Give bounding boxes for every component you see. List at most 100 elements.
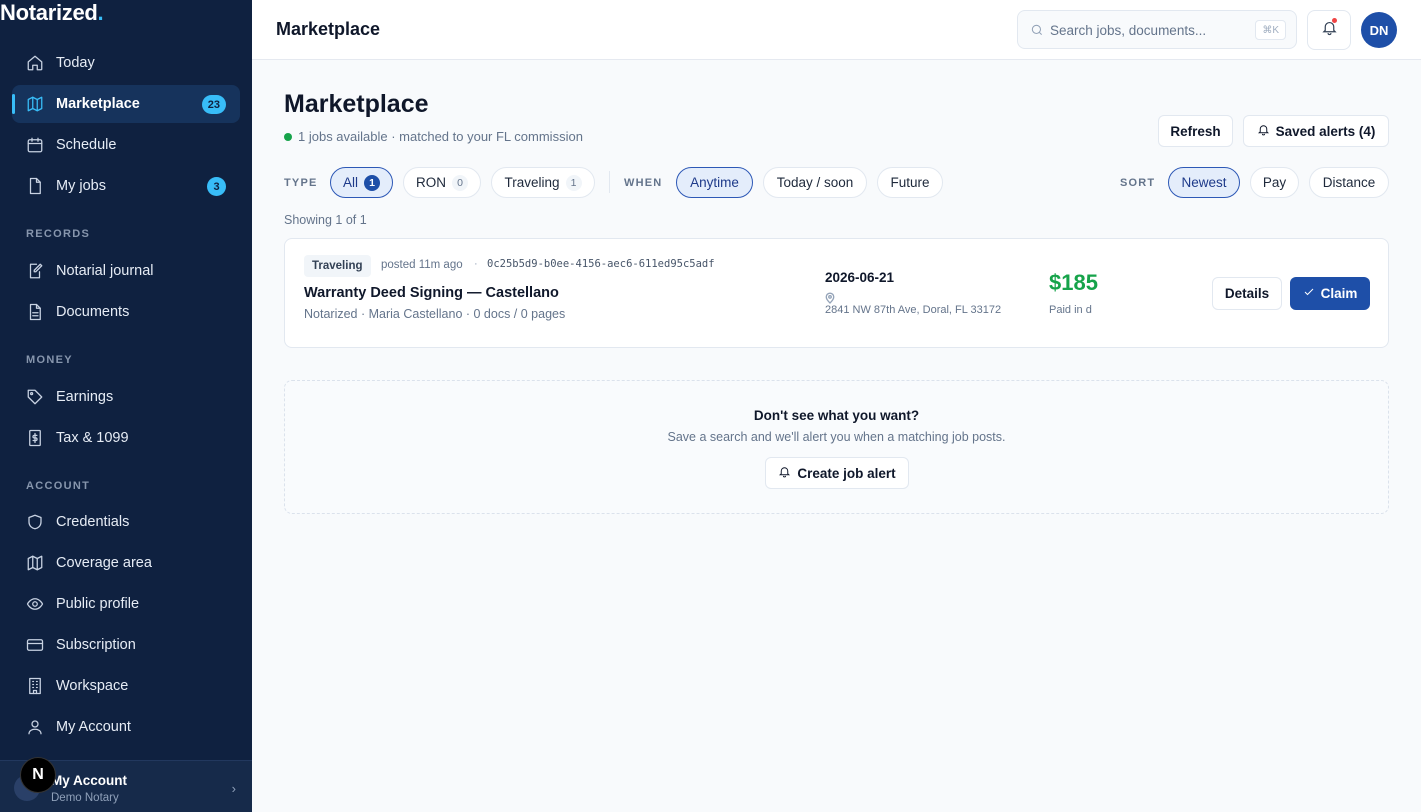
sidebar-item-label: Schedule	[56, 137, 117, 153]
sidebar-item-tax-1099[interactable]: Tax & 1099	[12, 419, 240, 457]
filter-type-all[interactable]: All 1	[330, 167, 393, 198]
sidebar-item-subscription[interactable]: Subscription	[12, 626, 240, 664]
jobs-status: 1 jobs available · matched to your FL co…	[284, 129, 583, 144]
credit-card-icon	[26, 636, 44, 654]
create-job-alert-label: Create job alert	[797, 465, 896, 481]
notifications-button[interactable]	[1307, 10, 1351, 50]
search-input[interactable]	[1050, 20, 1250, 40]
details-button[interactable]: Details	[1212, 277, 1282, 310]
sidebar-item-public-profile[interactable]: Public profile	[12, 585, 240, 623]
bell-icon	[1257, 123, 1276, 139]
document-icon	[26, 303, 44, 321]
filter-type-ron[interactable]: RON 0	[403, 167, 481, 198]
sidebar-item-my-account[interactable]: My Account	[12, 708, 240, 746]
map-icon	[26, 554, 44, 572]
sidebar-item-label: Workspace	[56, 678, 129, 694]
jobs-status-text: 1 jobs available · matched to your FL co…	[298, 129, 583, 144]
shield-icon	[26, 513, 44, 531]
job-id: 0c25b5d9-b0ee-4156-aec6-611ed95c5adf	[487, 258, 715, 270]
chip-count: 1	[364, 174, 381, 191]
sidebar-item-label: Subscription	[56, 637, 136, 653]
search-icon	[1030, 23, 1044, 37]
account-name: My Account	[51, 773, 128, 788]
search-box[interactable]: ⌘K	[1017, 10, 1297, 49]
eye-icon	[26, 595, 44, 613]
sort-newest[interactable]: Newest	[1168, 167, 1240, 198]
brand-logo[interactable]: Notarized.	[0, 0, 104, 26]
job-address: 2841 NW 87th Ave, Doral, FL 33172	[825, 304, 1002, 316]
check-icon	[1303, 286, 1321, 301]
create-job-alert-button[interactable]: Create job alert	[765, 457, 909, 489]
job-title[interactable]: Warranty Deed Signing — Castellano	[304, 285, 559, 301]
map-icon	[26, 95, 44, 113]
job-date: 2026-06-21	[825, 270, 895, 285]
sidebar-item-label: Tax & 1099	[56, 430, 129, 446]
journal-edit-icon	[26, 262, 44, 280]
user-avatar[interactable]: DN	[1361, 12, 1397, 48]
sidebar-item-label: Today	[56, 55, 95, 71]
sidebar-item-documents[interactable]: Documents	[12, 293, 240, 331]
sidebar-item-label: Coverage area	[56, 555, 152, 571]
my-jobs-count-badge: 3	[207, 177, 226, 196]
sidebar-item-label: My jobs	[56, 178, 106, 194]
sidebar-item-label: Credentials	[56, 514, 130, 530]
chip-count: 0	[452, 174, 468, 191]
filter-when-future[interactable]: Future	[877, 167, 943, 198]
job-card[interactable]: Traveling posted 11m ago · 0c25b5d9-b0ee…	[284, 238, 1389, 348]
job-posted-time: posted 11m ago	[381, 259, 463, 271]
notification-dot	[1332, 18, 1337, 23]
sidebar: Notarized. Today Marketplace 23 Schedule…	[0, 0, 252, 812]
alert-description: Save a search and we'll alert you when a…	[667, 430, 1006, 444]
location-pin-icon	[825, 291, 835, 304]
sidebar-item-label: Marketplace	[56, 96, 140, 112]
sort-distance[interactable]: Distance	[1309, 167, 1389, 198]
refresh-button[interactable]: Refresh	[1158, 115, 1233, 147]
type-filter-label: TYPE	[284, 177, 318, 189]
alert-title: Don't see what you want?	[753, 408, 920, 423]
pay-timing: Paid in d	[1049, 304, 1092, 316]
account-role: Demo Notary	[51, 792, 119, 804]
sidebar-item-marketplace[interactable]: Marketplace 23	[12, 85, 240, 123]
sidebar-item-label: Public profile	[56, 596, 140, 612]
topbar-title: Marketplace	[276, 19, 381, 39]
page-title: Marketplace	[284, 90, 429, 118]
job-type-badge: Traveling	[304, 255, 371, 277]
user-icon	[26, 718, 44, 736]
sidebar-item-my-jobs[interactable]: My jobs 3	[12, 167, 240, 205]
saved-alerts-button[interactable]: Saved alerts (4)	[1243, 115, 1389, 147]
marketplace-count-badge: 23	[201, 95, 226, 114]
keyboard-shortcut-hint: ⌘K	[1255, 20, 1286, 40]
sidebar-item-schedule[interactable]: Schedule	[12, 126, 240, 164]
section-money-label: MONEY	[26, 354, 73, 366]
job-alert-prompt: Don't see what you want? Save a search a…	[284, 380, 1389, 514]
claim-button[interactable]: Claim	[1290, 277, 1370, 310]
chip-label: Traveling	[504, 175, 560, 190]
sidebar-item-credentials[interactable]: Credentials	[12, 503, 240, 541]
sidebar-item-workspace[interactable]: Workspace	[12, 667, 240, 705]
filter-when-today-soon[interactable]: Today / soon	[763, 167, 867, 198]
section-records-label: RECORDS	[26, 228, 91, 240]
sidebar-item-today[interactable]: Today	[12, 44, 240, 82]
sidebar-item-notarial-journal[interactable]: Notarial journal	[12, 252, 240, 290]
sidebar-item-label: Documents	[56, 304, 130, 320]
top-bar: Marketplace ⌘K DN	[252, 0, 1421, 60]
sidebar-item-coverage-area[interactable]: Coverage area	[12, 544, 240, 582]
when-filter-label: WHEN	[624, 177, 663, 189]
bell-icon	[778, 465, 797, 481]
chip-count: 1	[565, 174, 582, 191]
sort-pay[interactable]: Pay	[1250, 167, 1299, 198]
filter-type-traveling[interactable]: Traveling 1	[491, 167, 595, 198]
separator-dot: ·	[474, 258, 478, 270]
file-icon	[26, 177, 44, 195]
filter-when-anytime[interactable]: Anytime	[676, 167, 753, 198]
sidebar-item-label: My Account	[56, 719, 131, 735]
results-count: Showing 1 of 1	[284, 213, 367, 227]
sidebar-item-label: Earnings	[56, 389, 114, 405]
tag-icon	[26, 388, 44, 406]
claim-label: Claim	[1320, 286, 1358, 301]
calendar-icon	[26, 136, 44, 154]
sidebar-item-earnings[interactable]: Earnings	[12, 378, 240, 416]
job-meta: Notarized · Maria Castellano · 0 docs / …	[304, 307, 566, 321]
dev-tools-badge[interactable]: N	[20, 757, 56, 793]
chip-label: RON	[416, 175, 446, 190]
